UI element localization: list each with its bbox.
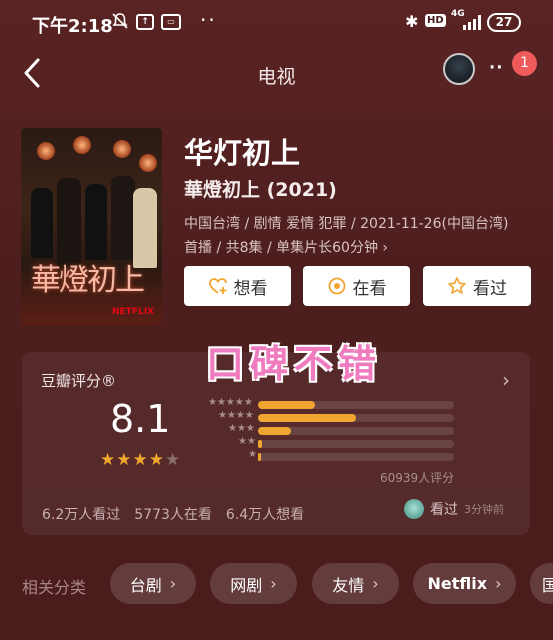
chevron-right-icon: › [372, 574, 379, 593]
watch-stats: 6.2万人看过 5773人在看 6.4万人想看 [42, 504, 304, 524]
screen: 下午2:18 ↑ ▭ ·· ✱ HD 4G 27 电视 ·· 1 華燈初上 NE… [0, 0, 553, 640]
distribution-bar [258, 401, 315, 409]
rating-count: 60939人评分 [380, 471, 455, 485]
bluetooth-icon: ✱ [405, 12, 419, 31]
user-status-time: 3分钟前 [464, 503, 504, 516]
chevron-right-icon: › [270, 574, 277, 593]
chip-label: 台剧 [129, 575, 162, 595]
watched-count: 6.2万人看过 [42, 507, 121, 523]
distribution-bar [258, 453, 261, 461]
hd-indicator: HD [425, 14, 446, 27]
meta-info: 中国台湾 / 剧情 爱情 犯罪 / 2021-11-26(中国台湾) [184, 216, 509, 232]
user-status-label: 看过 [430, 502, 458, 518]
distribution-stars-icon: ★★★★ [218, 410, 254, 421]
status-bar: 下午2:18 ↑ ▭ ·· ✱ HD 4G 27 [0, 0, 553, 44]
star-filled-icon: ★ [100, 450, 117, 470]
star-filled-icon: ★ [132, 450, 149, 470]
distribution-row: ★★★★ [200, 410, 490, 422]
star-empty-icon: ★ [165, 450, 182, 470]
chevron-right-icon: › [169, 574, 177, 593]
distribution-track [258, 440, 454, 448]
rating-title: 豆瓣评分® [41, 372, 117, 390]
distribution-bar [258, 427, 291, 435]
poster-brand: NETFLIX [112, 307, 154, 317]
distribution-track [258, 414, 454, 422]
chip-label: 国 [542, 575, 553, 595]
mute-icon [111, 12, 129, 35]
episode-info-link[interactable]: 首播 / 共8集 / 单集片长60分钟 › [184, 237, 388, 257]
show-title: 华灯初上 [184, 136, 301, 170]
chip-label: 友情 [332, 575, 365, 595]
user-status[interactable]: 看过 3分钟前 [404, 499, 504, 519]
distribution-bar [258, 414, 356, 422]
distribution-track [258, 401, 454, 409]
chip-friendship[interactable]: 友情 › [312, 563, 399, 604]
more-menu-icon[interactable]: ·· [488, 55, 504, 81]
distribution-track [258, 453, 454, 461]
status-time: 下午2:18 [32, 16, 113, 37]
chip-more[interactable]: 国 [530, 563, 553, 604]
sticker-text: 口碑不错 [206, 342, 383, 386]
chip-web-drama[interactable]: 网剧 › [210, 563, 297, 604]
chip-taiwan-drama[interactable]: 台剧 › [110, 563, 196, 604]
target-icon [328, 277, 345, 295]
watching-button[interactable]: 在看 [303, 266, 410, 306]
chip-label: Netflix [427, 574, 488, 593]
chip-label: 网剧 [230, 575, 263, 595]
distribution-row: ★★★ [200, 423, 490, 435]
distribution-track [258, 427, 454, 435]
star-outline-icon [448, 277, 466, 294]
signal-icon [463, 14, 481, 30]
app-icon: ▭ [161, 14, 181, 30]
upload-icon: ↑ [136, 14, 154, 30]
watching-label: 在看 [352, 278, 387, 299]
chevron-right-icon: › [495, 574, 502, 593]
avatar[interactable] [443, 53, 475, 85]
watched-button[interactable]: 看过 [423, 266, 531, 306]
watching-count: 5773人在看 [134, 507, 212, 523]
rating-stars: ★★★★★ [100, 450, 181, 470]
distribution-row: ★★★★★ [200, 397, 490, 409]
battery-indicator: 27 [487, 13, 521, 32]
chip-netflix[interactable]: Netflix › [413, 563, 516, 604]
poster-image[interactable]: 華燈初上 NETFLIX [21, 128, 162, 325]
watched-label: 看过 [473, 278, 507, 299]
more-status-icon: ·· [200, 8, 217, 32]
chevron-right-icon[interactable]: › [502, 368, 510, 392]
star-filled-icon: ★ [148, 450, 165, 470]
want-to-watch-label: 想看 [233, 278, 268, 299]
want-count: 6.4万人想看 [225, 507, 305, 523]
distribution-stars-icon: ★★★★★ [208, 397, 253, 408]
distribution-bar [258, 440, 262, 448]
distribution-stars-icon: ★★ [238, 436, 256, 447]
distribution-row: ★ [200, 449, 490, 461]
rating-score: 8.1 [110, 397, 171, 441]
original-title: 華燈初上 (2021) [184, 179, 337, 201]
heart-plus-icon [208, 278, 227, 294]
related-label: 相关分类 [22, 578, 87, 597]
user-avatar [404, 499, 424, 519]
want-to-watch-button[interactable]: 想看 [184, 266, 291, 306]
distribution-stars-icon: ★ [248, 449, 257, 460]
notification-badge[interactable]: 1 [512, 51, 537, 76]
poster-title-art: 華燈初上 [31, 263, 145, 298]
distribution-stars-icon: ★★★ [228, 423, 255, 434]
star-filled-icon: ★ [116, 450, 133, 470]
distribution-row: ★★ [200, 436, 490, 448]
